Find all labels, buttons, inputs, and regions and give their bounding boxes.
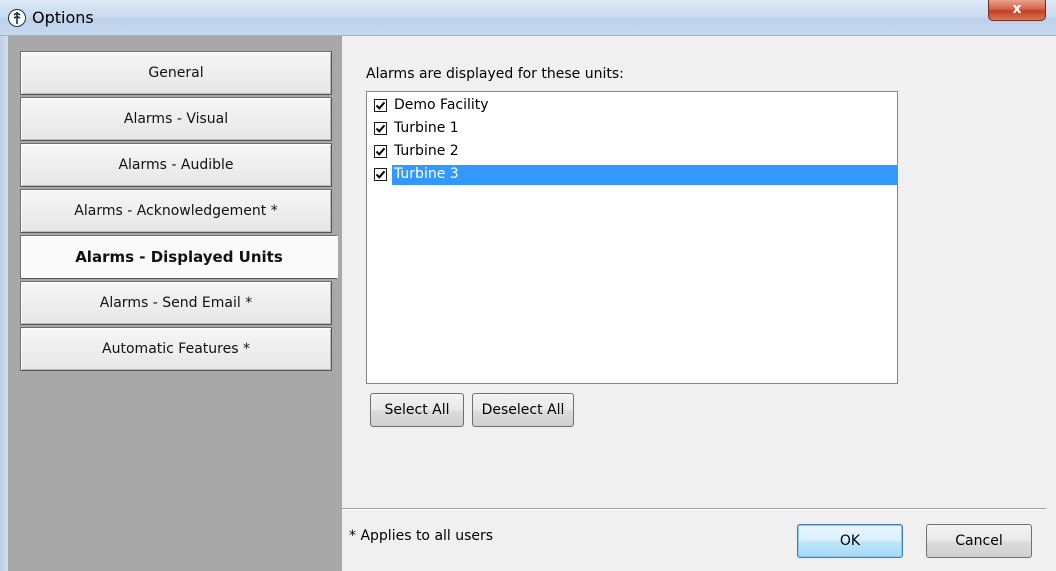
- unit-item-turbine-3[interactable]: Turbine 3: [371, 163, 897, 186]
- title-bar: Options x: [0, 0, 1056, 36]
- unit-label: Turbine 2: [394, 143, 459, 159]
- unit-item-turbine-2[interactable]: Turbine 2: [371, 140, 897, 163]
- cancel-button[interactable]: Cancel: [926, 524, 1032, 558]
- options-sidebar: General Alarms - Visual Alarms - Audible…: [8, 36, 342, 571]
- ok-button[interactable]: OK: [797, 524, 903, 558]
- sidebar-item-alarms-audible[interactable]: Alarms - Audible: [20, 143, 332, 187]
- unit-checkbox[interactable]: [374, 99, 387, 112]
- unit-checkbox[interactable]: [374, 122, 387, 135]
- units-listbox[interactable]: Demo Facility Turbine 1 Turbine 2 Turbin…: [366, 91, 898, 384]
- sidebar-item-alarms-send-email[interactable]: Alarms - Send Email *: [20, 281, 332, 325]
- unit-checkbox[interactable]: [374, 168, 387, 181]
- unit-checkbox[interactable]: [374, 145, 387, 158]
- unit-label: Turbine 1: [394, 120, 459, 136]
- select-all-button[interactable]: Select All: [370, 393, 464, 427]
- unit-item-demo-facility[interactable]: Demo Facility: [371, 94, 897, 117]
- deselect-all-button[interactable]: Deselect All: [472, 393, 574, 427]
- options-content-panel: Alarms are displayed for these units: De…: [342, 36, 1056, 571]
- units-list-heading: Alarms are displayed for these units:: [366, 66, 624, 82]
- unit-label: Demo Facility: [394, 97, 489, 113]
- unit-item-turbine-1[interactable]: Turbine 1: [371, 117, 897, 140]
- app-logo-icon: [8, 9, 26, 27]
- applies-to-all-users-note: * Applies to all users: [349, 528, 494, 544]
- window-frame: [0, 36, 8, 571]
- footer-divider: [342, 508, 1046, 510]
- sidebar-item-automatic-features[interactable]: Automatic Features *: [20, 327, 332, 371]
- sidebar-item-alarms-displayed-units[interactable]: Alarms - Displayed Units: [20, 235, 338, 279]
- close-button[interactable]: x: [988, 0, 1046, 21]
- window-title: Options: [32, 8, 94, 27]
- unit-label: Turbine 3: [392, 165, 897, 185]
- sidebar-item-general[interactable]: General: [20, 51, 332, 95]
- sidebar-item-alarms-acknowledgement[interactable]: Alarms - Acknowledgement *: [20, 189, 332, 233]
- sidebar-item-alarms-visual[interactable]: Alarms - Visual: [20, 97, 332, 141]
